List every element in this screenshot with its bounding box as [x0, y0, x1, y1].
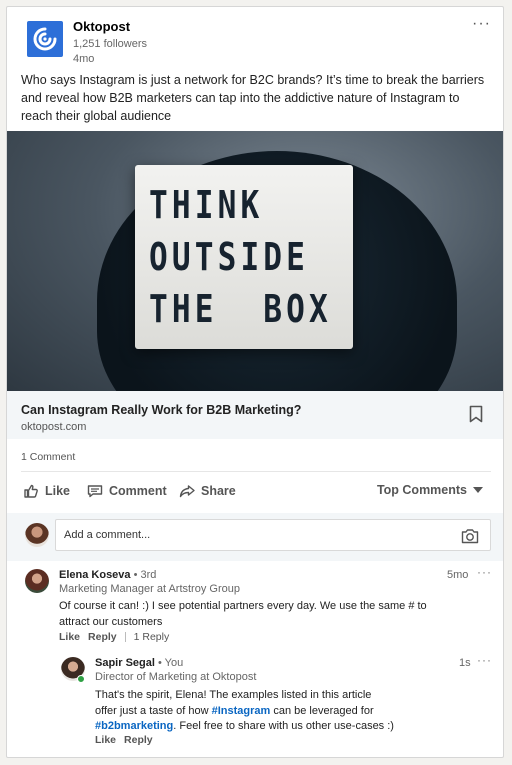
- sign-line-2: OUTSIDE: [149, 235, 310, 279]
- social-actions-bar: Like Comment Share Top Comments: [7, 479, 503, 505]
- reply-time: 1s: [459, 657, 471, 669]
- comment-button[interactable]: Comment: [87, 483, 167, 499]
- sign-line-1: THINK: [149, 183, 264, 227]
- actions-separator: [124, 632, 126, 642]
- link-preview[interactable]: Can Instagram Really Work for B2B Market…: [7, 391, 503, 439]
- post-image[interactable]: THINK OUTSIDE THE BOX: [7, 131, 503, 391]
- comment-reply-button[interactable]: Reply: [88, 631, 117, 643]
- commenter-name-text: Elena Koseva: [59, 569, 131, 581]
- camera-icon[interactable]: [461, 528, 479, 544]
- online-status-indicator: [77, 675, 85, 683]
- comment-time: 5mo: [447, 569, 469, 581]
- reply-text-part: . Feel free to share with us other use-c…: [173, 720, 394, 732]
- post-time: 4mo: [73, 53, 95, 65]
- comment-more-button[interactable]: ···: [477, 565, 492, 579]
- company-name[interactable]: Oktopost: [73, 19, 130, 34]
- reply-like-button[interactable]: Like: [95, 734, 116, 746]
- sort-label: Top Comments: [376, 483, 467, 497]
- comment-label: Comment: [109, 484, 167, 498]
- link-title[interactable]: Can Instagram Really Work for B2B Market…: [21, 403, 301, 417]
- share-icon: [179, 485, 195, 498]
- caret-down-icon: [473, 487, 483, 493]
- comment-like-button[interactable]: Like: [59, 631, 80, 643]
- reply-text-part: can be leveraged for: [270, 704, 374, 717]
- add-comment-input[interactable]: Add a comment...: [55, 519, 491, 551]
- sort-comments-dropdown[interactable]: Top Comments: [377, 483, 483, 497]
- oktopost-logo-icon: [33, 27, 57, 51]
- comment-icon: [87, 485, 103, 498]
- commenter-headline: Marketing Manager at Artstroy Group: [59, 583, 240, 595]
- hashtag-b2bmarketing[interactable]: #b2bmarketing: [95, 720, 173, 732]
- bookmark-icon[interactable]: [469, 405, 483, 423]
- like-button[interactable]: Like: [23, 483, 70, 499]
- share-label: Share: [201, 484, 236, 498]
- link-domain: oktopost.com: [21, 421, 87, 433]
- replier-headline: Director of Marketing at Oktopost: [95, 671, 257, 683]
- follower-count: 1,251 followers: [73, 38, 147, 50]
- post-header: Oktopost 1,251 followers 4mo ···: [7, 7, 503, 71]
- thumbs-up-icon: [24, 484, 38, 498]
- divider: [21, 471, 491, 472]
- comment-text: Of course it can! :) I see potential par…: [59, 600, 427, 628]
- post-text: Who says Instagram is just a network for…: [21, 73, 485, 123]
- reply-actions: Like Reply: [95, 734, 153, 746]
- hashtag-instagram[interactable]: #Instagram: [212, 705, 271, 717]
- connection-degree: • 3rd: [130, 569, 157, 581]
- post-card: Oktopost 1,251 followers 4mo ··· Who say…: [6, 6, 504, 758]
- commenter-name[interactable]: Elena Koseva • 3rd: [59, 569, 156, 581]
- current-user-avatar: [25, 523, 49, 547]
- reply-text: That's the spirit, Elena! The examples l…: [95, 688, 395, 735]
- commenter-avatar[interactable]: [25, 569, 49, 593]
- share-button[interactable]: Share: [179, 483, 236, 499]
- reply-connection-degree: • You: [154, 657, 184, 669]
- more-options-button[interactable]: ···: [472, 16, 491, 32]
- sign-line-3: THE BOX: [149, 287, 332, 331]
- oktopost-logo[interactable]: [27, 21, 63, 57]
- reply-count-link[interactable]: 1 Reply: [134, 631, 170, 643]
- replier-name[interactable]: Sapir Segal • You: [95, 657, 183, 669]
- comment-composer: Add a comment...: [7, 513, 503, 561]
- like-label: Like: [45, 484, 71, 498]
- comment-count[interactable]: 1 Comment: [21, 451, 75, 463]
- reply-more-button[interactable]: ···: [477, 653, 492, 667]
- lightbox-sign: THINK OUTSIDE THE BOX: [135, 165, 353, 349]
- reply-reply-button[interactable]: Reply: [124, 734, 153, 746]
- comment-actions: Like Reply 1 Reply: [59, 631, 169, 643]
- replier-name-text: Sapir Segal: [95, 657, 155, 669]
